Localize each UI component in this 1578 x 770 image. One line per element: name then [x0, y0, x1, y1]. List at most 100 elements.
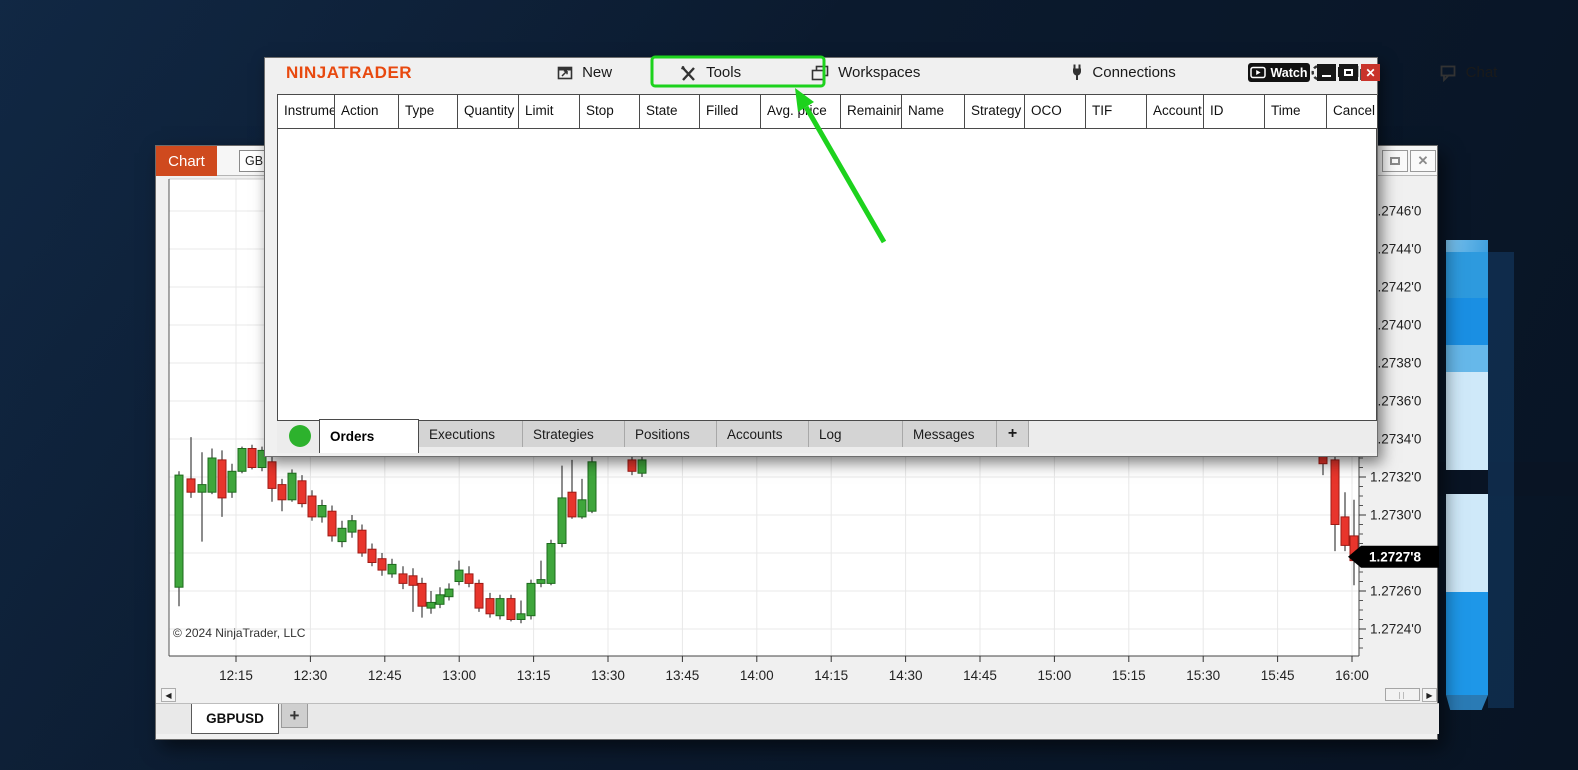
minimize-button[interactable]	[1317, 64, 1336, 81]
chart-scroll-left-button[interactable]: ◀	[161, 688, 176, 702]
tab-orders[interactable]: Orders	[319, 419, 419, 453]
candle-down	[278, 485, 286, 500]
tab-strategies[interactable]: Strategies	[523, 421, 625, 447]
candle-down	[218, 460, 226, 498]
column-header-filled[interactable]: Filled	[700, 95, 761, 129]
wallpaper-beam	[1446, 372, 1488, 470]
time-tick-label: 12:45	[368, 668, 402, 683]
menu-chat-label: Chat	[1466, 64, 1498, 81]
menu-connections[interactable]: Connections	[1070, 63, 1175, 82]
candle-down	[368, 549, 376, 562]
time-tick-label: 15:00	[1038, 668, 1072, 683]
time-tick-label: 12:15	[219, 668, 253, 683]
time-tick-label: 13:30	[591, 668, 625, 683]
watch-button[interactable]: Watch	[1248, 63, 1310, 82]
chart-maximize-button[interactable]	[1382, 150, 1408, 172]
desktop: Chart GBPUSD ✕ 1.2746'01.2744'01.2742'01…	[0, 0, 1578, 770]
wallpaper-beam	[1446, 592, 1488, 695]
candle-down	[399, 574, 407, 584]
menu-new[interactable]: New	[556, 64, 612, 82]
column-header-action[interactable]: Action	[335, 95, 399, 129]
column-header-remaining[interactable]: Remaining	[841, 95, 902, 129]
tab-accounts[interactable]: Accounts	[717, 421, 809, 447]
candle-up	[198, 485, 206, 493]
candle-down	[298, 481, 306, 504]
orders-table: InstrumentActionTypeQuantityLimitStopSta…	[277, 94, 1377, 421]
plug-icon	[1070, 63, 1084, 82]
menu-new-label: New	[582, 64, 612, 81]
candle-up	[527, 583, 535, 615]
time-tick-label: 14:15	[814, 668, 848, 683]
candle-down	[358, 530, 366, 553]
column-header-account[interactable]: Account	[1147, 95, 1204, 129]
column-header-id[interactable]: ID	[1204, 95, 1265, 129]
column-header-state[interactable]: State	[640, 95, 700, 129]
candle-up	[175, 475, 183, 587]
chart-scroll-right-button[interactable]: ▶	[1422, 688, 1437, 702]
add-tab-button[interactable]: +	[997, 421, 1029, 447]
menu-connections-label: Connections	[1092, 64, 1175, 81]
column-header-oco[interactable]: OCO	[1025, 95, 1086, 129]
menubar: NINJATRADER New Tools	[265, 58, 1377, 87]
candle-down	[187, 479, 195, 492]
menu-chat[interactable]: Chat	[1438, 64, 1498, 82]
column-header-time[interactable]: Time	[1265, 95, 1327, 129]
menu-workspaces[interactable]: Workspaces	[810, 64, 920, 82]
price-tick-label: 1.2726'0	[1370, 584, 1421, 599]
candle-down	[507, 599, 515, 620]
column-header-tif[interactable]: TIF	[1086, 95, 1147, 129]
chart-window-title: Chart	[156, 146, 217, 176]
column-header-avg-price[interactable]: Avg. price	[761, 95, 841, 129]
tab-messages[interactable]: Messages	[903, 421, 997, 447]
candle-down	[378, 559, 386, 570]
close-button[interactable]: ✕	[1361, 64, 1380, 81]
column-header-quantity[interactable]: Quantity	[458, 95, 519, 129]
chart-copyright: © 2024 NinjaTrader, LLC	[173, 626, 306, 640]
current-price-label: 1.2727'8	[1369, 549, 1422, 564]
tab-gbpusd[interactable]: GBPUSD	[191, 704, 279, 734]
workspaces-icon	[810, 64, 830, 82]
time-tick-label: 15:15	[1112, 668, 1146, 683]
candle-up	[318, 506, 326, 517]
column-header-type[interactable]: Type	[399, 95, 458, 129]
column-header-limit[interactable]: Limit	[519, 95, 580, 129]
menu-tools[interactable]: Tools	[679, 64, 741, 82]
candle-up	[208, 458, 216, 492]
tab-positions[interactable]: Positions	[625, 421, 717, 447]
minimize-icon	[1322, 75, 1331, 77]
chart-close-button[interactable]: ✕	[1410, 150, 1436, 172]
candle-up	[427, 602, 435, 608]
candle-down	[268, 462, 276, 489]
time-tick-label: 14:45	[963, 668, 997, 683]
column-header-instrument[interactable]: Instrument	[278, 95, 335, 129]
candle-up	[638, 460, 646, 473]
price-tick-label: 1.2730'0	[1370, 508, 1421, 523]
tab-executions[interactable]: Executions	[419, 421, 523, 447]
candle-down	[248, 449, 256, 468]
control-center-window: NINJATRADER New Tools	[264, 57, 1378, 457]
candle-up	[517, 614, 525, 620]
column-header-cancel[interactable]: Cancel	[1327, 95, 1378, 129]
maximize-button[interactable]	[1339, 64, 1358, 81]
candle-up	[558, 498, 566, 544]
add-chart-tab-button[interactable]: +	[281, 704, 308, 728]
candle-up	[588, 462, 596, 511]
wallpaper-beam-side	[1488, 252, 1514, 708]
chart-scrollbar-thumb[interactable]	[1385, 688, 1420, 701]
time-tick-label: 15:45	[1261, 668, 1295, 683]
candle-up	[537, 580, 545, 584]
time-tick-label: 13:15	[517, 668, 551, 683]
tab-log[interactable]: Log	[809, 421, 903, 447]
candle-up	[228, 471, 236, 492]
column-header-stop[interactable]: Stop	[580, 95, 640, 129]
column-header-name[interactable]: Name	[902, 95, 965, 129]
menu-workspaces-label: Workspaces	[838, 64, 920, 81]
time-tick-label: 16:00	[1335, 668, 1369, 683]
time-tick-label: 12:30	[294, 668, 328, 683]
candle-down	[465, 574, 473, 584]
wallpaper-beam	[1446, 494, 1488, 592]
column-header-strategy[interactable]: Strategy	[965, 95, 1025, 129]
candle-down	[568, 492, 576, 517]
candle-down	[308, 496, 316, 517]
time-tick-label: 14:00	[740, 668, 774, 683]
